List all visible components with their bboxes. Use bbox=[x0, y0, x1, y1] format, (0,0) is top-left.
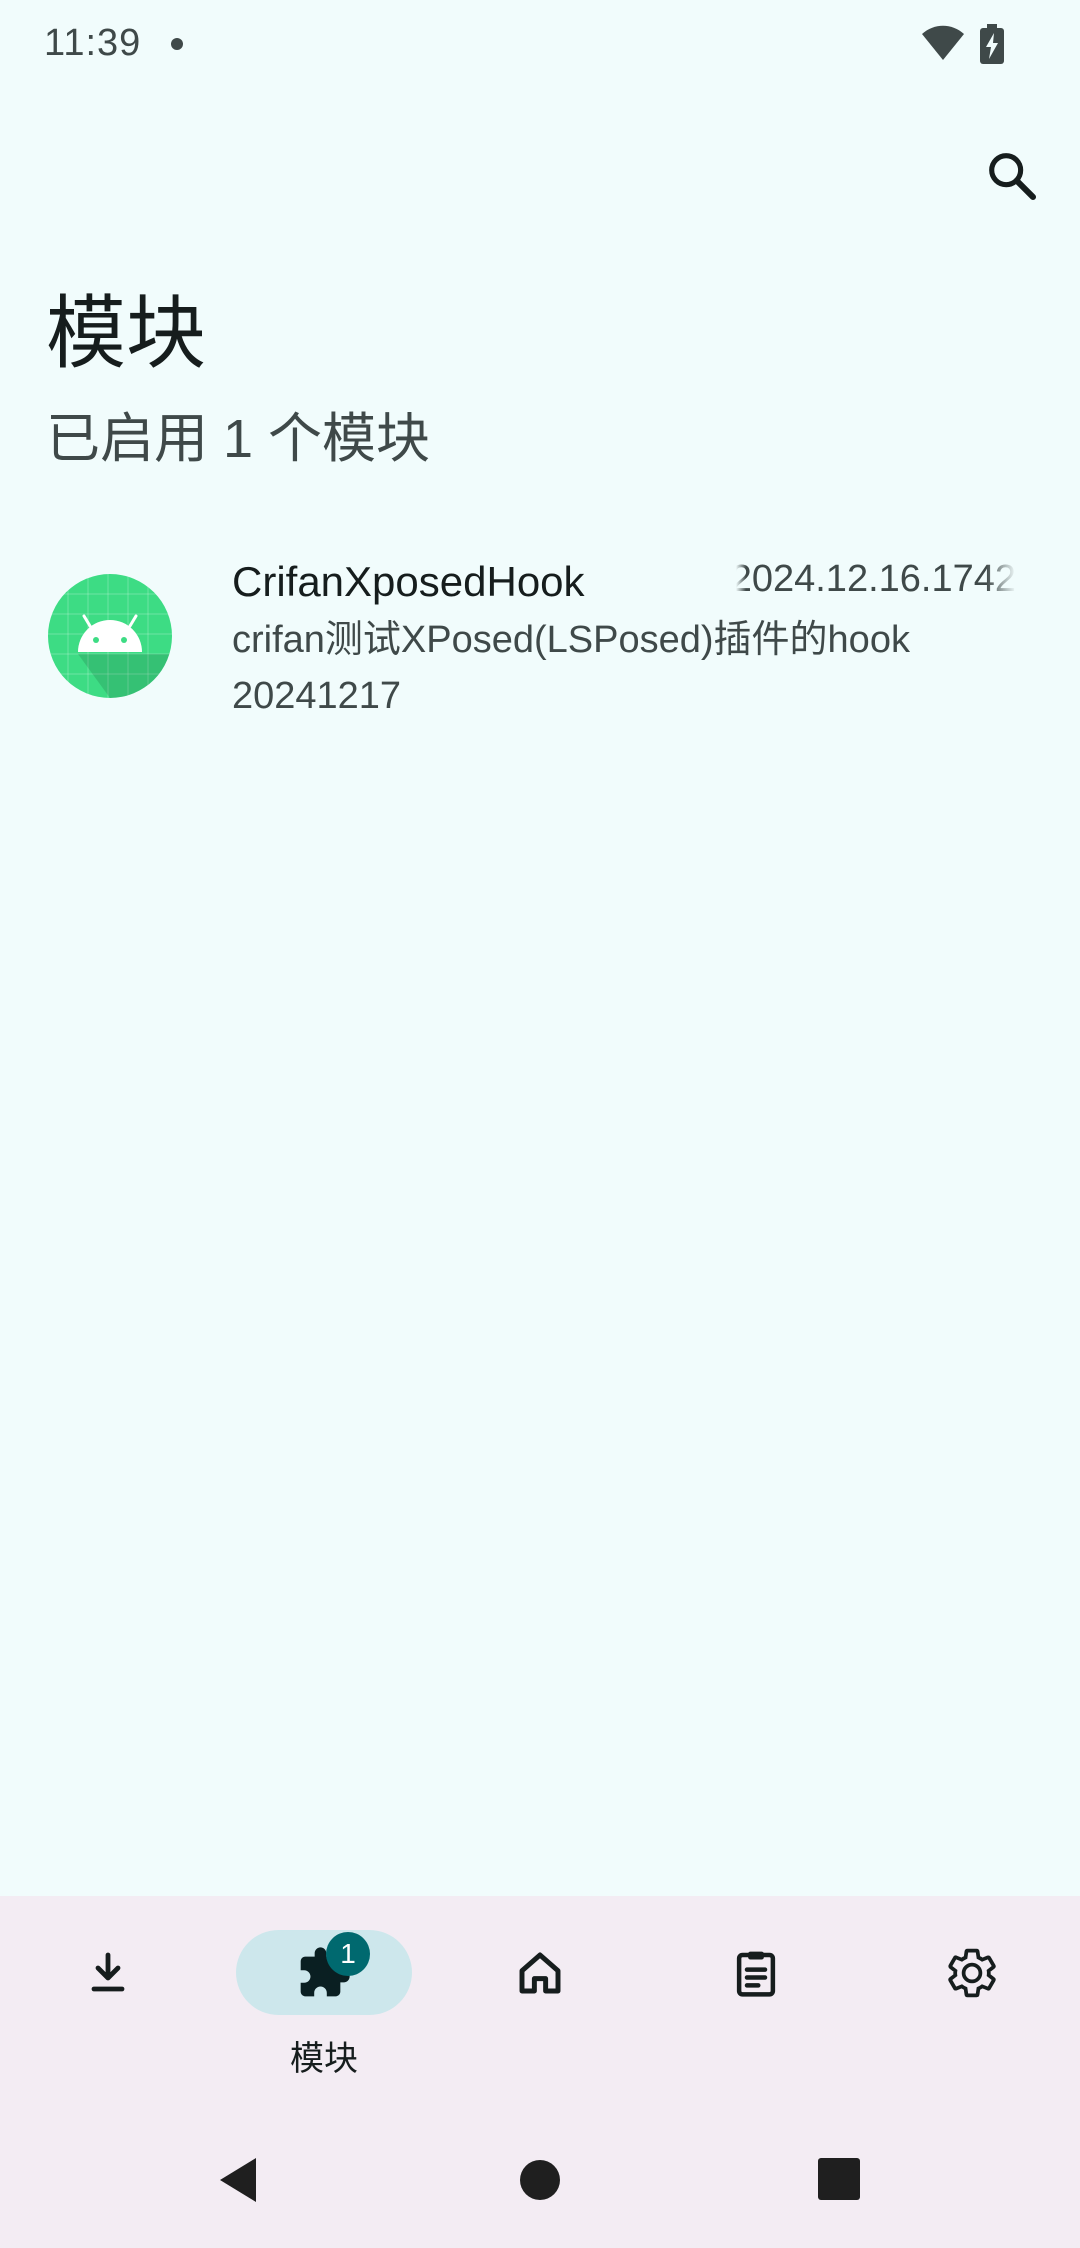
android-app-icon bbox=[48, 574, 172, 698]
module-name: CrifanXposedHook bbox=[232, 558, 585, 605]
search-button[interactable] bbox=[976, 140, 1048, 212]
battery-charging-icon bbox=[980, 24, 1004, 64]
notification-dot-icon bbox=[171, 38, 183, 50]
status-bar: 11:39 bbox=[0, 0, 1080, 88]
status-time: 11:39 bbox=[44, 22, 142, 64]
settings-icon bbox=[948, 1948, 996, 1998]
module-description: crifan测试XPosed(LSPosed)插件的hook 20241217 bbox=[232, 619, 910, 717]
module-version: 2024.12.16.1742 bbox=[736, 558, 1016, 600]
nav-item-modules[interactable]: 1 模块 bbox=[234, 1930, 414, 2080]
nav-indicator bbox=[452, 1930, 628, 2016]
system-navigation-bar bbox=[0, 2112, 1080, 2248]
download-icon bbox=[91, 1952, 125, 1992]
nav-item-settings[interactable] bbox=[882, 1930, 1062, 2080]
wifi-icon bbox=[922, 25, 964, 60]
logs-icon bbox=[736, 1951, 776, 1997]
nav-indicator bbox=[884, 1930, 1060, 2016]
back-icon[interactable] bbox=[210, 2152, 266, 2208]
nav-item-logs[interactable] bbox=[666, 1930, 846, 2080]
enabled-count-subtitle: 已启用 1 个模块 bbox=[46, 409, 431, 469]
modules-count-badge: 1 bbox=[326, 1932, 370, 1976]
nav-indicator bbox=[668, 1930, 844, 2016]
nav-item-home[interactable] bbox=[450, 1930, 630, 2080]
module-list-item[interactable]: CrifanXposedHook 2024.12.16.1742 crifan测… bbox=[0, 540, 1080, 736]
nav-indicator bbox=[20, 1930, 196, 2016]
search-icon bbox=[989, 153, 1037, 201]
home-icon bbox=[519, 1952, 561, 1994]
nav-active-indicator: 1 bbox=[236, 1930, 412, 2015]
page-title: 模块 bbox=[46, 289, 206, 378]
home-circle-icon[interactable] bbox=[512, 2152, 568, 2208]
nav-item-repository[interactable] bbox=[18, 1930, 198, 2080]
bottom-navigation: 1 模块 bbox=[0, 1896, 1080, 2112]
recents-icon[interactable] bbox=[812, 2152, 868, 2208]
nav-label-modules: 模块 bbox=[290, 2040, 358, 2078]
